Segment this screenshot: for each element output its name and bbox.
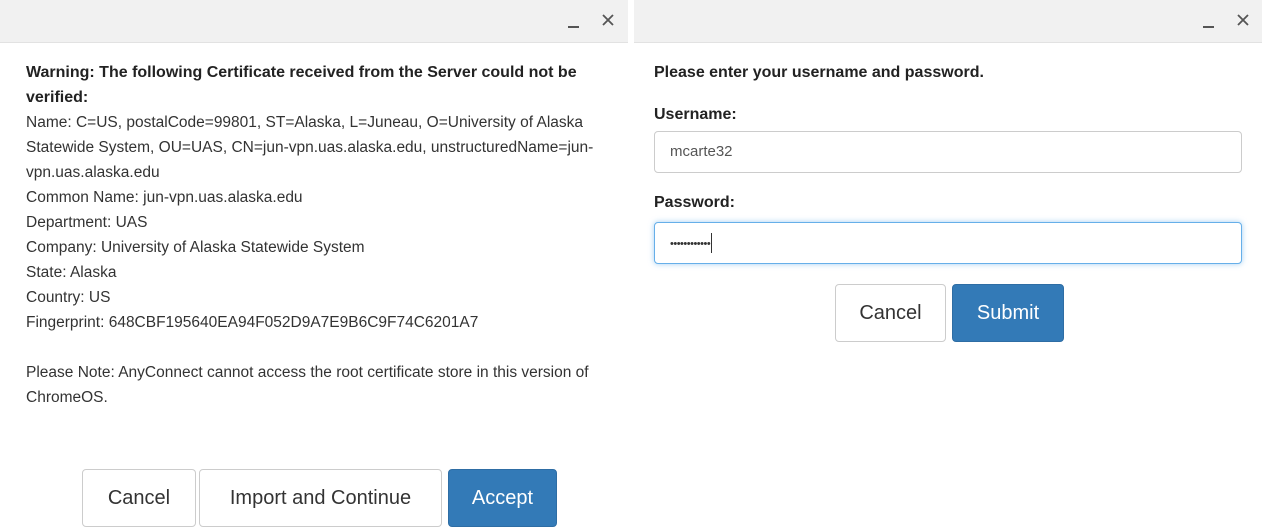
cert-department-line: Department: UAS <box>26 214 148 231</box>
cert-fingerprint-line: Fingerprint: 648CBF195640EA94F052D9A7E9B… <box>26 314 479 331</box>
cert-company-line: Company: University of Alaska Statewide … <box>26 239 365 256</box>
minimize-icon[interactable] <box>1196 8 1220 32</box>
cert-state-line: State: Alaska <box>26 264 117 281</box>
accept-button[interactable]: Accept <box>448 469 557 527</box>
warning-text: Warning: The following Certificate recei… <box>26 64 577 106</box>
cert-name-line: Name: C=US, postalCode=99801, ST=Alaska,… <box>26 114 594 181</box>
cancel-button[interactable]: Cancel <box>835 284 946 342</box>
close-icon[interactable] <box>596 8 620 32</box>
login-dialog: Please enter your username and password.… <box>634 0 1262 525</box>
username-value: mcarte32 <box>670 143 733 160</box>
titlebar <box>634 0 1262 43</box>
login-prompt: Please enter your username and password. <box>654 64 984 81</box>
username-input[interactable]: mcarte32 <box>654 131 1242 173</box>
titlebar <box>0 0 628 43</box>
username-label: Username: <box>654 106 737 123</box>
password-mask: •••••••••••• <box>670 238 711 250</box>
cert-country-line: Country: US <box>26 289 111 306</box>
cancel-button[interactable]: Cancel <box>82 469 196 527</box>
text-caret <box>711 233 713 254</box>
minimize-icon[interactable] <box>561 8 585 32</box>
chromeos-note: Please Note: AnyConnect cannot access th… <box>26 364 589 406</box>
import-and-continue-button[interactable]: Import and Continue <box>199 469 442 527</box>
certificate-warning-dialog: Warning: The following Certificate recei… <box>0 0 628 527</box>
password-label: Password: <box>654 194 735 211</box>
submit-button[interactable]: Submit <box>952 284 1064 342</box>
cert-common-name-line: Common Name: jun-vpn.uas.alaska.edu <box>26 189 303 206</box>
certificate-details: Warning: The following Certificate recei… <box>26 60 611 410</box>
password-input[interactable]: •••••••••••• <box>654 222 1242 264</box>
close-icon[interactable] <box>1231 8 1255 32</box>
